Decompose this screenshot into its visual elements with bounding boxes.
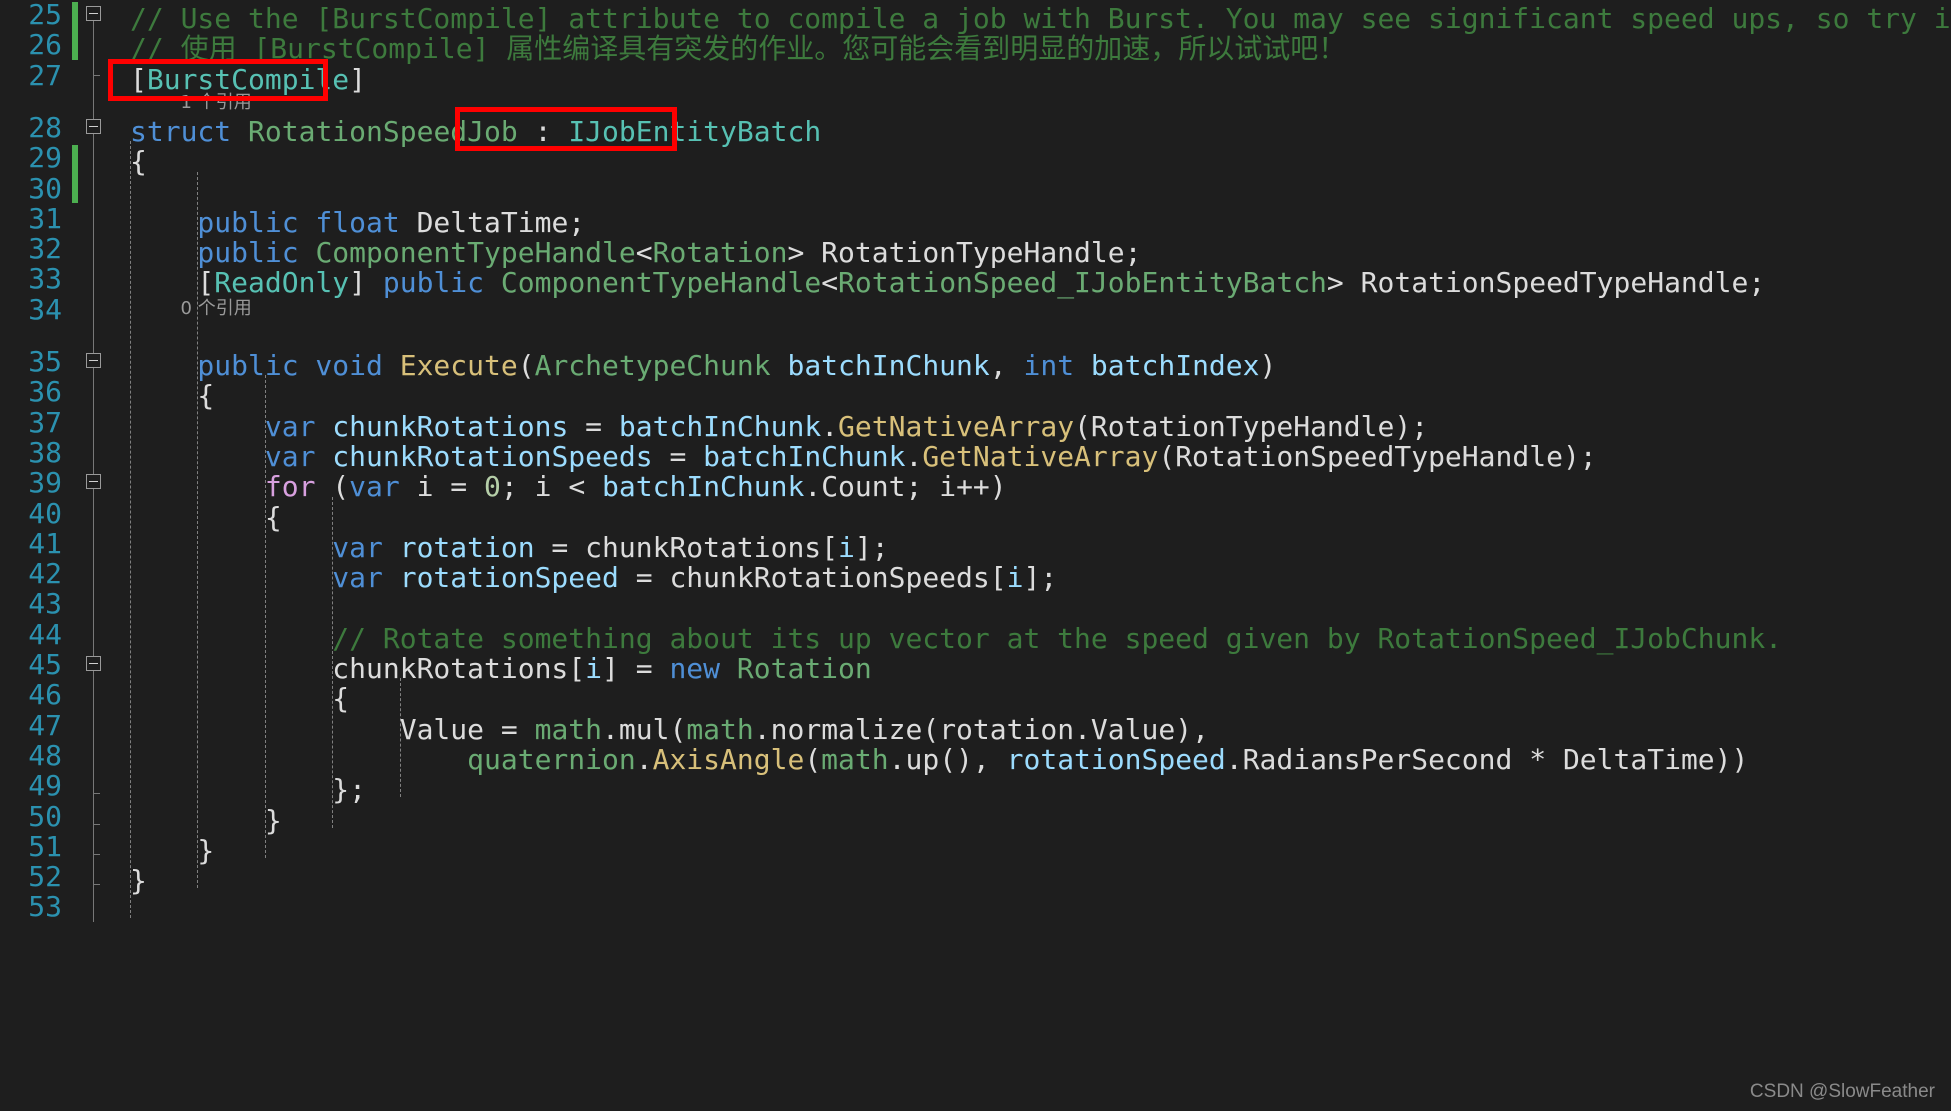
fold-toggle-icon[interactable] [86,6,101,21]
code-token: IJobEntityBatch [568,114,822,148]
code-line[interactable]: var rotationSpeed = chunkRotationSpeeds[… [130,559,1057,596]
code-token: up [905,742,940,776]
code-token: = [433,470,485,504]
code-token: ] [349,266,383,300]
code-token: ( [804,742,822,776]
fold-region-end-tick [93,853,100,855]
code-token: (), [939,742,1007,776]
code-token: RotationSpeed_IJobEntityBatch [838,266,1327,300]
code-line[interactable]: struct RotationSpeedJob : IJobEntityBatc… [130,113,821,150]
code-token: ComponentTypeHandle [500,266,822,300]
code-token: ( [1158,439,1176,473]
code-token: new [669,652,737,685]
code-token: )) [1714,742,1749,776]
code-token: RotationSpeedTypeHandle; [1360,266,1766,300]
code-token: RadiansPerSecond [1242,742,1513,776]
code-token: ( [332,470,350,504]
code-token: i [939,470,957,504]
code-token: i [416,470,434,504]
fold-region-line [93,12,94,923]
code-token: ( [517,349,535,382]
code-line[interactable]: } [130,862,147,899]
code-token: * [1512,742,1563,776]
line-number: 53 [28,890,62,924]
code-token: DeltaTime [1562,742,1715,776]
code-token: i [1006,561,1024,595]
code-token: ArchetypeChunk [534,349,771,382]
fold-toggle-icon[interactable] [86,353,101,368]
code-token: Count [821,470,906,504]
code-token: ); [1562,439,1597,473]
code-token: . [635,742,653,776]
code-token: ReadOnly [214,266,350,300]
fold-region-end-tick [93,793,100,795]
code-token: [ [130,62,147,96]
code-token: i [534,470,552,504]
code-line[interactable]: public void Execute(ArchetypeChunk batch… [130,347,1276,384]
code-token: ]; [1023,561,1058,595]
code-token: chunkRotationSpeeds [669,561,990,595]
code-token: { [130,145,147,179]
line-number: 27 [28,58,62,92]
code-token: ; [500,470,535,504]
code-token: Rotation [736,652,872,685]
code-token: < [821,266,839,300]
code-token: } [130,864,147,898]
code-token: , [989,349,1024,382]
code-token: . [888,742,906,776]
code-token: i [585,652,603,685]
code-token: ] = [602,652,670,685]
code-token: int [1023,349,1091,382]
code-token: ] [349,62,367,96]
fold-region-end-tick [93,884,100,886]
code-token: [ [989,561,1007,595]
change-bar-column [70,0,80,1111]
code-token: < [551,470,603,504]
code-token: rotationSpeed [1006,742,1226,776]
fold-region-end-tick [93,823,100,825]
code-token: AxisAngle [652,742,805,776]
code-token: ; [905,470,940,504]
code-token: batchInChunk [787,349,990,382]
code-token: struct [130,114,249,148]
fold-region-end-tick [93,74,100,76]
fold-toggle-icon[interactable] [86,474,101,490]
change-indicator-bar [72,2,78,61]
code-token: = [618,561,670,595]
code-token: > [1326,266,1361,300]
code-folding-column[interactable] [80,0,108,1111]
codelens-reference-count[interactable]: 0 个引用 [181,297,252,321]
code-token: RotationSpeedTypeHandle [1175,439,1563,473]
codelens-reference-count[interactable]: 1 个引用 [181,91,252,115]
code-token: var [349,470,417,504]
code-editor[interactable]: 25 26 27 28 29 30 31 32 33 34 35 36 37 38 39 40 41 42 43 44… [0,0,1951,1111]
code-token: var [130,561,400,595]
code-token: math [821,742,889,776]
fold-toggle-icon[interactable] [86,118,101,134]
line-number-gutter: 25 26 27 28 29 30 31 32 33 34 35 36 37 38 39 40 41 42 43 44… [0,0,70,1111]
code-line[interactable]: quaternion.AxisAngle(math.up(), rotation… [130,741,1748,778]
code-token: rotationSpeed [399,561,619,595]
code-token: 0 [484,470,501,504]
code-token: ++) [956,470,1007,504]
code-token: batchInChunk [602,470,805,504]
code-token: : [517,114,569,148]
code-token: . [804,470,822,504]
code-line[interactable]: { [130,143,147,180]
code-token: batchIndex [1090,349,1260,382]
code-token: [ [568,652,586,685]
code-token: public [382,266,501,300]
code-token: . [1225,742,1243,776]
code-token: ) [1259,349,1277,382]
code-token: [ [130,266,215,300]
change-indicator-bar [72,145,78,204]
watermark-label: CSDN @SlowFeather [1749,1081,1935,1102]
line-number: 34 [28,292,62,326]
code-token: RotationSpeedJob [248,114,518,148]
code-line[interactable]: [ReadOnly] public ComponentTypeHandle<Ro… [130,264,1765,301]
code-text-area[interactable]: // Use the [BurstCompile] attribute to c… [108,0,1951,1111]
code-token: Execute [399,349,518,382]
fold-toggle-icon[interactable] [86,656,101,671]
